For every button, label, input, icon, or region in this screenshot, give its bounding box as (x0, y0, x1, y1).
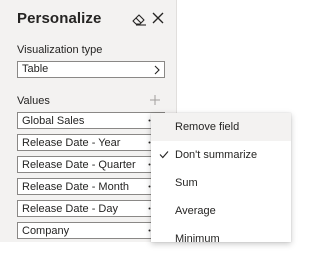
menu-item-dont-summarize[interactable]: Don't summarize (151, 141, 291, 169)
value-field-release-date-year[interactable]: Release Date - Year (17, 134, 165, 151)
menu-item-label: Minimum (175, 233, 220, 245)
menu-item-remove-field[interactable]: Remove field (151, 113, 291, 141)
field-label: Release Date - Year (22, 137, 121, 149)
eraser-icon[interactable] (131, 12, 147, 26)
menu-item-label: Average (175, 205, 216, 217)
add-icon[interactable] (150, 95, 160, 105)
values-label: Values (17, 95, 50, 107)
visualization-type-select[interactable]: Table (17, 61, 165, 78)
visualization-type-value: Table (22, 63, 49, 75)
chevron-right-icon (154, 65, 160, 75)
field-label: Global Sales (22, 115, 85, 127)
field-label: Release Date - Day (22, 203, 118, 215)
menu-item-label: Remove field (175, 121, 240, 133)
menu-item-average[interactable]: Average (151, 197, 291, 225)
value-field-global-sales[interactable]: Global Sales (17, 112, 165, 129)
menu-item-label: Don't summarize (175, 149, 258, 161)
checkmark-icon (159, 151, 169, 159)
field-context-menu: Remove field Don't summarize Sum Average… (151, 113, 291, 245)
value-field-company[interactable]: Company (17, 222, 165, 239)
value-field-release-date-day[interactable]: Release Date - Day (17, 200, 165, 217)
field-label: Release Date - Quarter (22, 159, 136, 171)
close-icon[interactable] (152, 12, 164, 24)
visualization-type-label: Visualization type (17, 44, 103, 56)
menu-item-label: Sum (175, 177, 198, 189)
field-label: Release Date - Month (22, 181, 129, 193)
menu-item-sum[interactable]: Sum (151, 169, 291, 197)
field-label: Company (22, 225, 70, 237)
value-field-release-date-quarter[interactable]: Release Date - Quarter (17, 156, 165, 173)
pane-title: Personalize (17, 10, 102, 27)
value-field-release-date-month[interactable]: Release Date - Month (17, 178, 165, 195)
menu-item-minimum[interactable]: Minimum (151, 225, 291, 253)
